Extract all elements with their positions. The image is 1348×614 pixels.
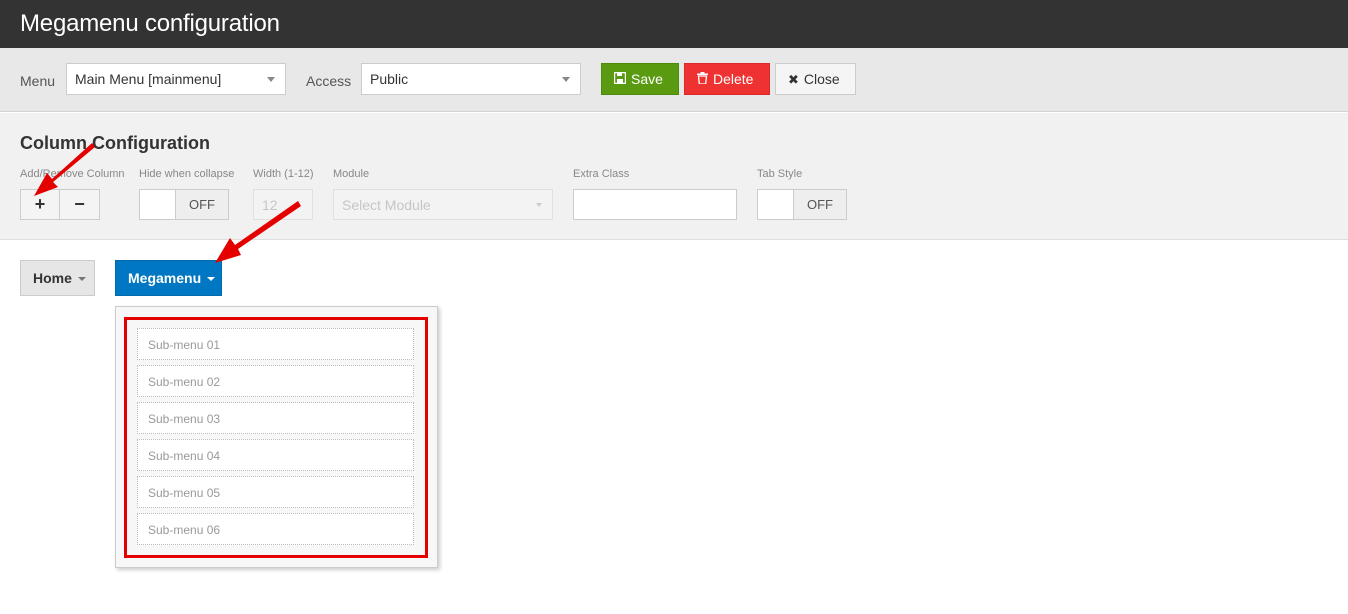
annotation-highlight-box — [124, 317, 428, 558]
access-label: Access — [306, 73, 352, 89]
close-icon: ✖ — [788, 71, 799, 87]
chevron-down-icon — [267, 77, 275, 82]
extra-class-input[interactable] — [573, 189, 737, 220]
tab-style-toggle[interactable]: OFF — [757, 189, 847, 220]
nav-item-home-label: Home — [33, 270, 72, 286]
menu-select[interactable]: Main Menu [mainmenu] — [66, 63, 286, 95]
menu-label: Menu — [20, 73, 56, 89]
remove-column-button[interactable]: − — [60, 189, 100, 220]
hide-when-collapse-label: Hide when collapse — [139, 168, 235, 180]
close-button[interactable]: ✖ Close — [775, 63, 856, 95]
width-input: 12 — [253, 189, 313, 220]
caret-down-icon — [77, 276, 86, 281]
nav-item-megamenu-label: Megamenu — [128, 270, 202, 286]
extra-class-label: Extra Class — [573, 168, 630, 180]
tab-style-label: Tab Style — [757, 168, 803, 180]
chevron-down-icon — [562, 77, 570, 82]
access-select[interactable]: Public — [361, 63, 581, 95]
menu-select-value: Main Menu [mainmenu] — [75, 71, 222, 87]
module-label: Module — [333, 168, 370, 180]
access-select-value: Public — [370, 71, 409, 87]
add-remove-column-label: Add/Remove Column — [20, 168, 125, 180]
trash-icon — [697, 72, 708, 86]
save-label: Save — [631, 71, 663, 87]
delete-label: Delete — [713, 71, 754, 87]
close-label: Close — [803, 71, 840, 87]
column-configuration-title: Column Configuration — [20, 133, 210, 153]
floppy-disk-icon — [613, 71, 627, 86]
toggle-state: OFF — [176, 190, 228, 219]
page-title: Megamenu configuration — [20, 10, 280, 37]
module-select: Select Module — [333, 189, 553, 220]
chevron-down-icon — [536, 203, 542, 207]
add-remove-column-group: + − — [20, 189, 100, 220]
caret-down-icon — [207, 276, 216, 281]
hide-when-collapse-toggle[interactable]: OFF — [139, 189, 229, 220]
toggle-state: OFF — [794, 190, 846, 219]
toggle-knob — [140, 190, 176, 219]
column-configuration-panel: Column Configuration Add/Remove Column +… — [0, 113, 1348, 240]
width-label: Width (1-12) — [253, 168, 314, 180]
toolbar: Menu Main Menu [mainmenu] Access Public … — [0, 48, 1348, 112]
nav-item-home[interactable]: Home — [20, 260, 95, 296]
delete-button[interactable]: Delete — [684, 63, 770, 95]
save-button[interactable]: Save — [601, 63, 679, 95]
toggle-knob — [758, 190, 794, 219]
width-value: 12 — [262, 197, 278, 213]
add-column-button[interactable]: + — [20, 189, 60, 220]
title-bar: Megamenu configuration — [0, 0, 1348, 48]
nav-item-megamenu[interactable]: Megamenu — [115, 260, 222, 296]
module-select-placeholder: Select Module — [342, 197, 431, 213]
